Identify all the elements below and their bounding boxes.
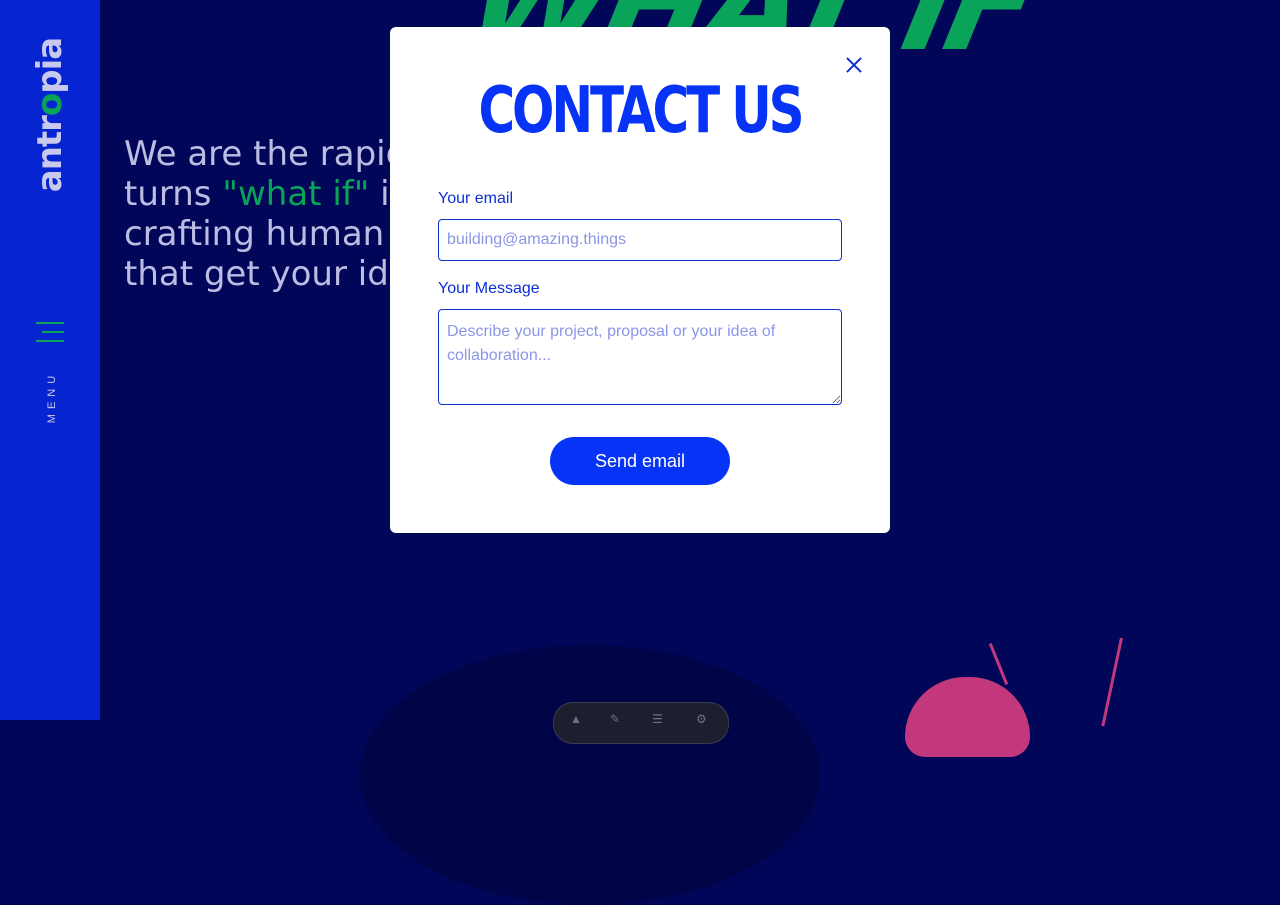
sidebar: antropia MENU <box>0 0 100 720</box>
email-label: Your email <box>438 190 514 207</box>
message-field[interactable] <box>438 309 842 405</box>
toolbar-icon-4: ⚙ <box>696 712 707 726</box>
decorative-arc <box>360 645 820 905</box>
pink-line-right <box>1101 637 1123 727</box>
menu-label[interactable]: MENU <box>46 371 58 423</box>
email-field[interactable] <box>438 219 842 261</box>
message-label: Your Message <box>438 280 540 297</box>
pink-line-left <box>988 643 1009 685</box>
toolbar-icon-3: ☰ <box>652 712 663 726</box>
antropia-logo[interactable]: antropia <box>30 38 70 192</box>
intro-highlight: "what if" <box>222 174 370 214</box>
modal-title: CONTACT US <box>478 74 804 148</box>
intro-line-2-prefix: turns <box>124 174 223 214</box>
toolbar-icon-2: ✎ <box>610 712 621 726</box>
close-icon[interactable] <box>844 55 864 75</box>
menu-icon[interactable] <box>36 322 66 344</box>
send-email-button[interactable]: Send email <box>550 437 730 485</box>
contact-modal: CONTACT US Your email Your Message Send … <box>390 27 890 533</box>
logo-o: o <box>30 93 70 117</box>
logo-suffix: pia <box>30 37 70 94</box>
floating-toolbar: ▲ ✎ ☰ ⚙ <box>553 702 729 744</box>
pink-illustration <box>905 677 1030 757</box>
toolbar-icon-1: ▲ <box>570 712 582 726</box>
logo-prefix: antr <box>30 116 70 193</box>
